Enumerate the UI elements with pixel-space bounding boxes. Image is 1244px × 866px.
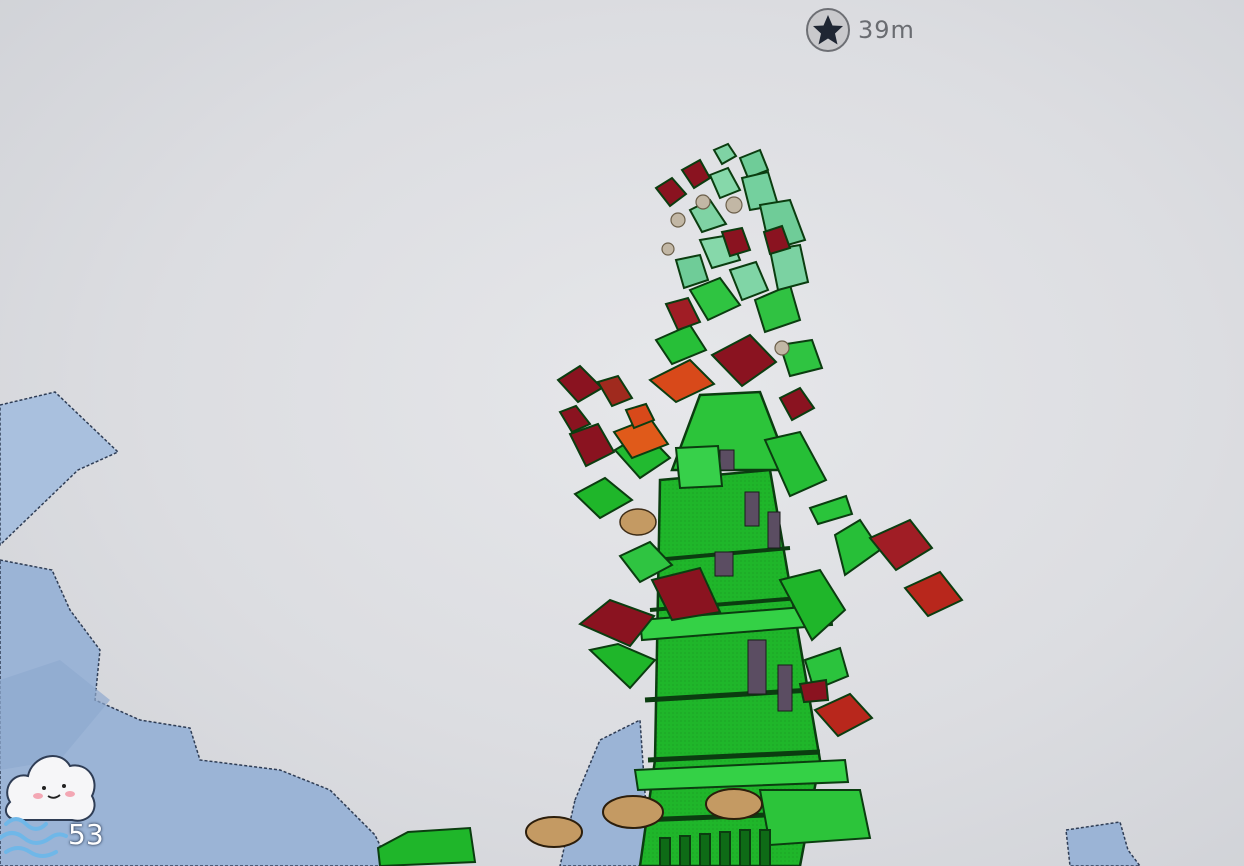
height-value: 39m — [858, 16, 915, 44]
terrain-right — [1065, 821, 1141, 866]
game-scene — [0, 142, 1141, 866]
cloud-count: 53 — [68, 818, 104, 851]
height-indicator: 39m — [806, 6, 915, 54]
star-icon — [806, 8, 850, 52]
